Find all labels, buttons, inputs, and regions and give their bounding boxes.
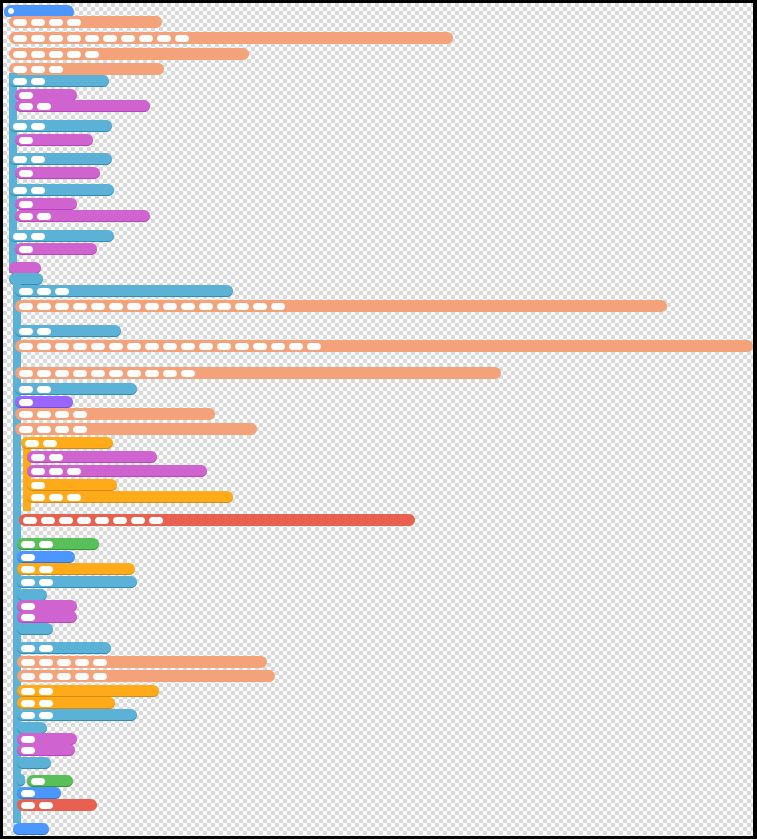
block-row-4[interactable]	[9, 63, 164, 75]
if-block-7[interactable]	[15, 325, 121, 337]
set-block-4[interactable]	[15, 167, 100, 179]
sensing-row-8[interactable]	[17, 774, 25, 786]
sensing-row-1[interactable]	[15, 383, 137, 395]
if-block-2[interactable]	[9, 120, 112, 132]
motion-row-1[interactable]	[17, 551, 75, 563]
set-block-7[interactable]	[15, 243, 97, 255]
looks-row-1[interactable]	[15, 396, 73, 408]
expression-row-1[interactable]	[15, 300, 667, 312]
end-block[interactable]	[13, 823, 49, 835]
sensing-row-5[interactable]	[17, 709, 137, 721]
set-block-9[interactable]	[27, 465, 207, 477]
expression-row-9[interactable]	[17, 799, 97, 811]
expression-row-4[interactable]	[15, 408, 215, 420]
set-block-6[interactable]	[15, 210, 150, 222]
control-row-1[interactable]	[27, 479, 117, 491]
operator-row-2[interactable]	[27, 775, 73, 787]
expression-row-2[interactable]	[15, 340, 753, 352]
if-block-3[interactable]	[9, 153, 112, 165]
repeat-block[interactable]	[21, 437, 113, 449]
expression-row-5[interactable]	[15, 423, 257, 435]
set-block-5[interactable]	[15, 198, 77, 210]
expression-row-3[interactable]	[15, 367, 501, 379]
set-block-2[interactable]	[15, 100, 150, 112]
flag-icon	[8, 8, 14, 14]
block-row-1[interactable]	[9, 16, 162, 28]
control-row-2[interactable]	[27, 491, 233, 503]
motion-row-2[interactable]	[17, 787, 61, 799]
block-row-2[interactable]	[9, 32, 453, 44]
if-block-5[interactable]	[9, 230, 114, 242]
if-block-4[interactable]	[9, 184, 114, 196]
operator-row-1[interactable]	[17, 538, 99, 550]
expression-row-6[interactable]	[19, 514, 415, 526]
expression-row-8[interactable]	[17, 670, 275, 682]
set-block-8[interactable]	[27, 451, 157, 463]
set-block-13[interactable]	[17, 744, 75, 756]
expression-row-7[interactable]	[17, 656, 267, 668]
if-block-6[interactable]	[15, 285, 233, 297]
sensing-row-2[interactable]	[17, 576, 137, 588]
control-row-4[interactable]	[17, 685, 159, 697]
control-row-3[interactable]	[17, 563, 135, 575]
block-row-3[interactable]	[9, 48, 249, 60]
if-block-8[interactable]	[17, 642, 111, 654]
if-block-1[interactable]	[9, 75, 109, 87]
sensing-row-7[interactable]	[17, 757, 51, 769]
set-block-3[interactable]	[15, 134, 93, 146]
set-block-11[interactable]	[17, 611, 77, 623]
script-canvas[interactable]	[3, 3, 753, 836]
sensing-row-4[interactable]	[17, 623, 53, 635]
control-row-5[interactable]	[17, 697, 115, 709]
